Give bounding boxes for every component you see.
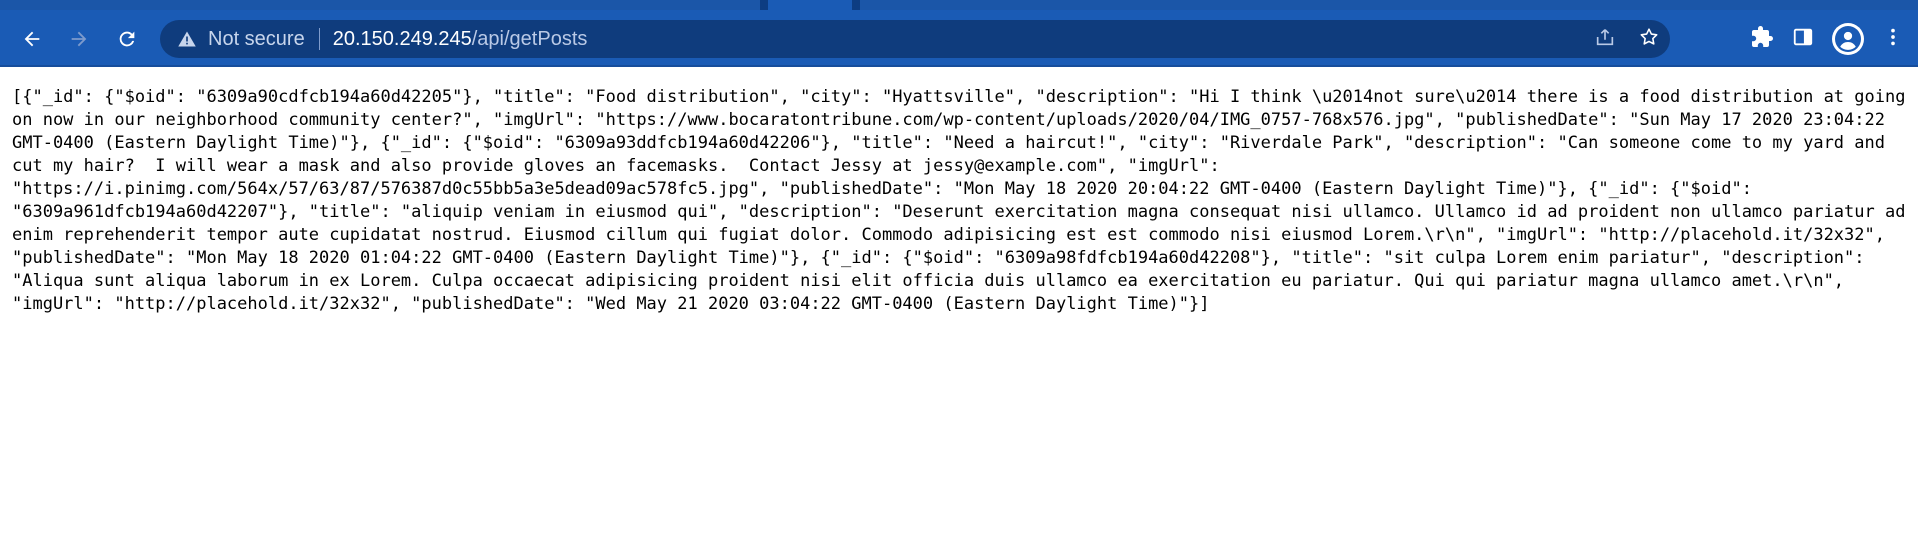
address-bar-actions: [1594, 20, 1660, 58]
warning-triangle-icon: [178, 31, 196, 47]
address-bar[interactable]: Not secure 20.150.249.245/api/getPosts: [160, 20, 1670, 58]
star-icon: [1640, 28, 1658, 45]
profile-button[interactable]: [1832, 22, 1864, 55]
menu-button[interactable]: [1882, 26, 1904, 52]
back-button[interactable]: [15, 22, 49, 56]
side-panel-icon: [1793, 28, 1813, 45]
toolbar-actions: [1750, 10, 1904, 67]
tab-inactive[interactable]: [860, 0, 1918, 10]
security-indicator[interactable]: [176, 28, 198, 50]
forward-button[interactable]: [62, 22, 96, 56]
avatar-icon: [1835, 25, 1861, 52]
browser-toolbar: Not secure 20.150.249.245/api/getPosts: [0, 10, 1918, 67]
divider: [318, 28, 320, 50]
url-text[interactable]: 20.150.249.245/api/getPosts: [333, 28, 588, 51]
side-panel-button[interactable]: [1792, 26, 1814, 52]
tab-active[interactable]: [768, 0, 852, 10]
extensions-button[interactable]: [1750, 25, 1774, 53]
reload-button[interactable]: [110, 22, 144, 56]
security-label[interactable]: Not secure: [208, 28, 305, 51]
share-button[interactable]: [1594, 26, 1616, 52]
bookmark-button[interactable]: [1638, 26, 1660, 52]
kebab-menu-icon: [1891, 28, 1895, 45]
reload-icon: [119, 31, 135, 47]
url-host: 20.150.249.245: [332, 27, 472, 50]
url-path: /api/getPosts: [471, 27, 588, 50]
puzzle-icon: [1752, 25, 1773, 47]
arrow-left-icon: [24, 31, 40, 47]
share-icon: [1596, 29, 1614, 46]
tab-inactive[interactable]: [0, 0, 760, 10]
arrow-right-icon: [71, 31, 87, 47]
tab-strip: [0, 0, 1918, 10]
json-response-text: [{"_id": {"$oid": "6309a90cdfcb194a60d42…: [12, 87, 1916, 314]
